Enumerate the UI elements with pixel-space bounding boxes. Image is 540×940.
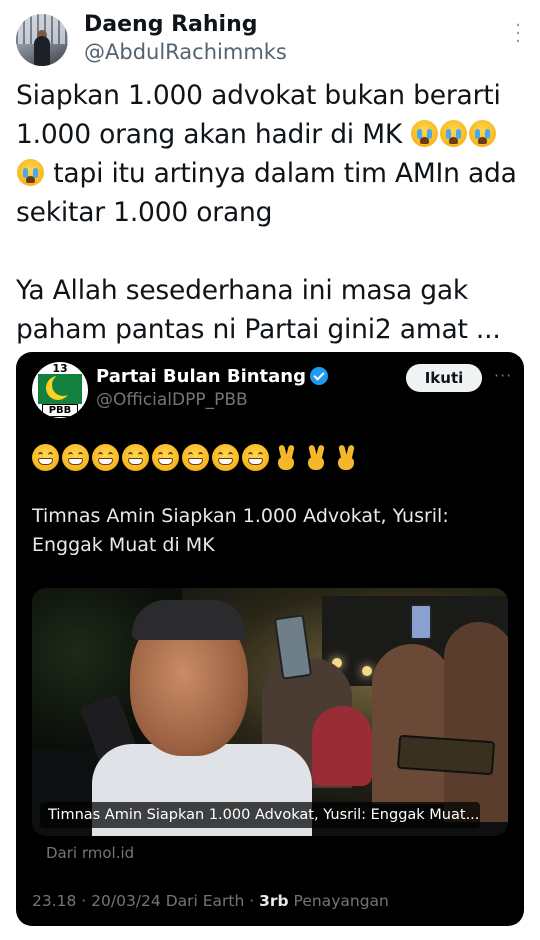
- quoted-text-line-2: Enggak Muat di MK: [32, 534, 215, 556]
- tweet-line-5: Ya Allah sesederhana ini masa gak: [16, 275, 469, 306]
- link-card-title[interactable]: Timnas Amin Siapkan 1.000 Advokat, Yusri…: [40, 802, 480, 828]
- grinning-face-icon: [92, 444, 119, 471]
- tweet-line-6: paham pantas ni Partai gini2 amat ...: [16, 314, 501, 345]
- victory-hand-icon: [332, 444, 359, 471]
- grinning-face-icon: [122, 444, 149, 471]
- more-horizontal-icon[interactable]: ···: [494, 368, 512, 384]
- photo-crowd-person: [372, 644, 452, 804]
- link-source[interactable]: Dari rmol.id: [46, 844, 134, 862]
- grinning-face-icon: [212, 444, 239, 471]
- avatar-number: 13: [52, 362, 68, 375]
- quoted-tweet-text: Timnas Amin Siapkan 1.000 Advokat, Yusri…: [32, 502, 508, 560]
- tweet-body: Siapkan 1.000 advokat bukan berarti 1.00…: [16, 76, 524, 349]
- author-handle[interactable]: @AbdulRachimmks: [84, 40, 287, 64]
- author-avatar[interactable]: [16, 14, 68, 66]
- tweet-line-2: 1.000 orang akan hadir di MK: [16, 119, 411, 150]
- photo-light: [362, 666, 372, 676]
- victory-hand-icon: [302, 444, 329, 471]
- grinning-face-icon: [62, 444, 89, 471]
- tweet-timestamp[interactable]: 23.18 · 20/03/24 Dari Earth ·: [32, 892, 259, 910]
- loudly-crying-face-icon: [469, 120, 497, 147]
- quoted-tweet-card[interactable]: 13 PBB Partai Bulan Bintang @OfficialDPP…: [16, 352, 524, 926]
- tweet-line-4: sekitar 1.000 orang: [16, 197, 273, 228]
- more-vertical-icon[interactable]: · · ·: [512, 17, 524, 51]
- quoted-text-line-1: Timnas Amin Siapkan 1.000 Advokat, Yusri…: [32, 505, 449, 527]
- verified-badge-icon: [310, 367, 329, 385]
- loudly-crying-face-icon: [440, 120, 468, 147]
- views-label: Penayangan: [288, 892, 389, 910]
- photo-crowd-person: [444, 622, 508, 822]
- tweet-line-3: tapi itu artinya dalam tim AMIn ada: [45, 158, 517, 189]
- photo-phone: [410, 604, 432, 640]
- grinning-face-icon: [182, 444, 209, 471]
- quoted-author-name[interactable]: Partai Bulan Bintang: [96, 366, 329, 387]
- victory-hand-icon: [272, 444, 299, 471]
- quoted-emoji-row: [32, 444, 362, 474]
- tweet-line-1: Siapkan 1.000 advokat bukan berarti: [16, 80, 501, 111]
- tweet-header: Daeng Rahing @AbdulRachimmks · · ·: [16, 12, 524, 68]
- loudly-crying-face-icon: [411, 120, 439, 147]
- quoted-author-handle[interactable]: @OfficialDPP_PBB: [96, 390, 248, 410]
- avatar-label: PBB: [42, 404, 78, 417]
- link-card-image[interactable]: Timnas Amin Siapkan 1.000 Advokat, Yusri…: [32, 588, 508, 836]
- loudly-crying-face-icon: [17, 159, 44, 186]
- grinning-face-icon: [152, 444, 179, 471]
- grinning-face-icon: [32, 444, 59, 471]
- follow-button[interactable]: Ikuti: [406, 364, 482, 392]
- grinning-face-icon: [242, 444, 269, 471]
- quoted-author-avatar[interactable]: 13 PBB: [32, 362, 88, 418]
- avatar-person-body: [34, 36, 50, 66]
- photo-crowd-person: [312, 706, 372, 786]
- author-name[interactable]: Daeng Rahing: [84, 12, 258, 37]
- tweet-meta: 23.18 · 20/03/24 Dari Earth · 3rb Penaya…: [32, 892, 389, 910]
- photo-main-person-hair: [132, 600, 246, 640]
- views-count: 3rb: [259, 892, 289, 910]
- photo-phone: [396, 734, 496, 776]
